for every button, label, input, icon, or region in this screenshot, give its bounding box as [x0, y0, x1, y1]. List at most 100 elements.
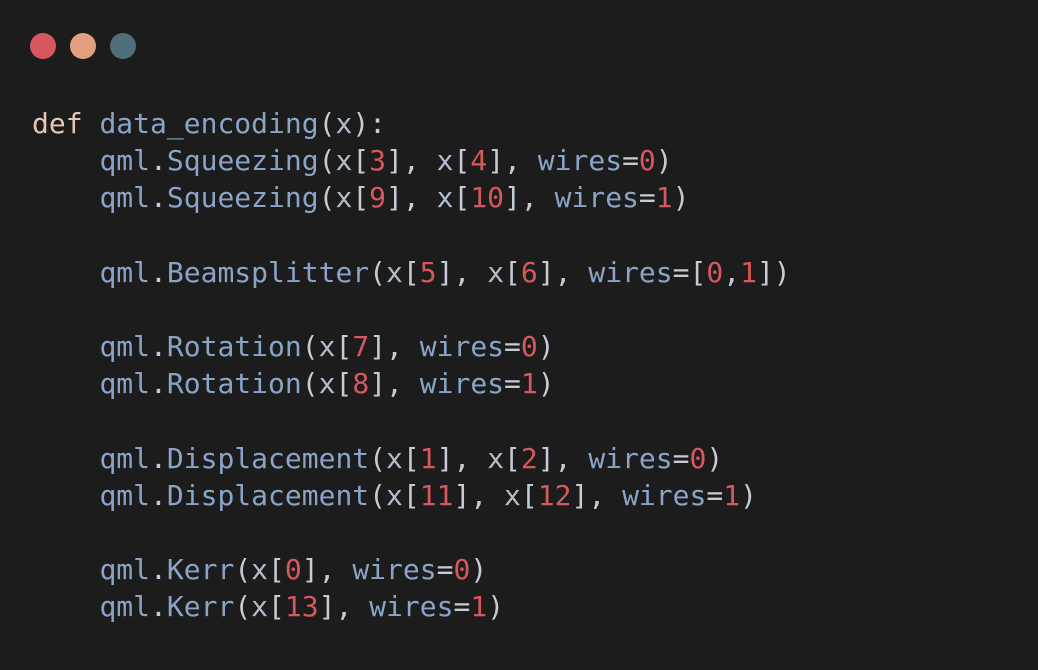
number-token: 5	[419, 255, 437, 289]
variable-token: x	[335, 144, 353, 178]
punctuation-token: ],	[318, 590, 370, 624]
identifier-token: qml	[99, 441, 151, 475]
code-line: qml.Beamsplitter(x[5], x[6], wires=[0,1]…	[32, 254, 791, 291]
identifier-token: qml	[99, 590, 151, 624]
identifier-token: qml	[99, 181, 151, 215]
number-token: 13	[284, 590, 319, 624]
punctuation-token: [	[402, 478, 420, 512]
number-token: 1	[655, 181, 673, 215]
punctuation-token: =	[638, 181, 656, 215]
identifier-token: Displacement	[166, 441, 370, 475]
punctuation-token: (	[301, 367, 319, 401]
punctuation-token: ])	[756, 255, 791, 289]
identifier-token: Beamsplitter	[166, 255, 370, 289]
number-token: 0	[520, 330, 538, 364]
punctuation-token	[32, 256, 99, 289]
punctuation-token	[32, 330, 99, 363]
variable-token: x	[436, 144, 454, 178]
punctuation-token: (	[318, 144, 336, 178]
punctuation-token: .	[150, 181, 167, 215]
punctuation-token: ],	[436, 441, 488, 475]
punctuation-token: [	[268, 590, 285, 624]
punctuation-token: [	[402, 255, 420, 289]
variable-token: x	[318, 367, 336, 401]
number-token: 4	[470, 144, 488, 178]
punctuation-token: (	[318, 107, 336, 140]
close-dot-icon[interactable]	[30, 33, 56, 59]
maximize-dot-icon[interactable]	[110, 33, 136, 59]
punctuation-token: [	[504, 255, 521, 289]
punctuation-token: )	[672, 181, 690, 215]
number-token: 9	[369, 181, 387, 215]
kwarg-token: wires	[588, 255, 673, 289]
identifier-token: qml	[99, 330, 151, 364]
punctuation-token: ],	[386, 144, 437, 178]
punctuation-token: (	[234, 553, 252, 587]
punctuation-token: ],	[537, 255, 589, 289]
code-line: qml.Squeezing(x[3], x[4], wires=0)	[32, 142, 791, 179]
punctuation-token: (	[369, 478, 387, 512]
code-line: qml.Kerr(x[13], wires=1)	[32, 588, 791, 625]
punctuation-token	[83, 107, 100, 140]
kwarg-token: wires	[419, 330, 505, 364]
identifier-token: Kerr	[166, 590, 235, 624]
code-line: qml.Displacement(x[1], x[2], wires=0)	[32, 440, 791, 477]
kwarg-token: wires	[419, 367, 505, 401]
number-token: 1	[520, 367, 538, 401]
punctuation-token: =[	[672, 255, 707, 289]
punctuation-token: )	[706, 441, 724, 475]
number-token: 7	[352, 330, 370, 364]
code-line: qml.Rotation(x[8], wires=1)	[32, 365, 791, 402]
punctuation-token	[32, 553, 99, 586]
window-controls	[30, 33, 136, 59]
punctuation-token: (	[234, 590, 252, 624]
identifier-token: Displacement	[166, 478, 370, 512]
kwarg-token: wires	[554, 181, 639, 215]
variable-token: x	[318, 330, 336, 364]
punctuation-token	[32, 590, 99, 623]
punctuation-token: (	[369, 441, 387, 475]
variable-token: x	[251, 553, 269, 587]
number-token: 0	[638, 144, 656, 178]
punctuation-token: .	[150, 441, 167, 475]
punctuation-token: [	[520, 478, 538, 512]
identifier-token: Rotation	[166, 367, 302, 401]
number-token: 0	[453, 553, 471, 587]
punctuation-token: ],	[487, 144, 538, 178]
punctuation-token: =	[504, 367, 521, 401]
punctuation-token: )	[537, 330, 555, 364]
punctuation-token: .	[150, 330, 167, 364]
punctuation-token: =	[453, 590, 471, 624]
punctuation-token: ],	[436, 255, 488, 289]
kwarg-token: wires	[588, 441, 673, 475]
punctuation-token: [	[335, 367, 353, 401]
punctuation-token: [	[402, 441, 420, 475]
kwarg-token: wires	[622, 478, 707, 512]
punctuation-token: =	[504, 330, 521, 364]
identifier-token: Rotation	[166, 330, 302, 364]
variable-token: x	[335, 181, 353, 215]
identifier-token: qml	[99, 553, 151, 587]
number-token: 1	[740, 255, 757, 289]
punctuation-token: [	[352, 144, 370, 178]
punctuation-token: [	[335, 330, 353, 364]
punctuation-token: =	[706, 478, 724, 512]
punctuation-token: (	[301, 330, 319, 364]
punctuation-token: .	[150, 255, 167, 289]
minimize-dot-icon[interactable]	[70, 33, 96, 59]
code-window: def data_encoding(x): qml.Squeezing(x[3]…	[0, 0, 1038, 670]
identifier-token: data_encoding	[99, 107, 319, 140]
number-token: 0	[706, 255, 724, 289]
variable-token: x	[487, 255, 505, 289]
code-line: qml.Rotation(x[7], wires=0)	[32, 328, 791, 365]
code-line: qml.Kerr(x[0], wires=0)	[32, 551, 791, 588]
punctuation-token: )	[470, 553, 488, 587]
number-token: 6	[520, 255, 538, 289]
code-line: qml.Squeezing(x[9], x[10], wires=1)	[32, 179, 791, 216]
punctuation-token: ],	[571, 478, 623, 512]
identifier-token: Squeezing	[166, 144, 319, 178]
keyword-token: def	[32, 107, 83, 140]
kwarg-token: wires	[369, 590, 454, 624]
